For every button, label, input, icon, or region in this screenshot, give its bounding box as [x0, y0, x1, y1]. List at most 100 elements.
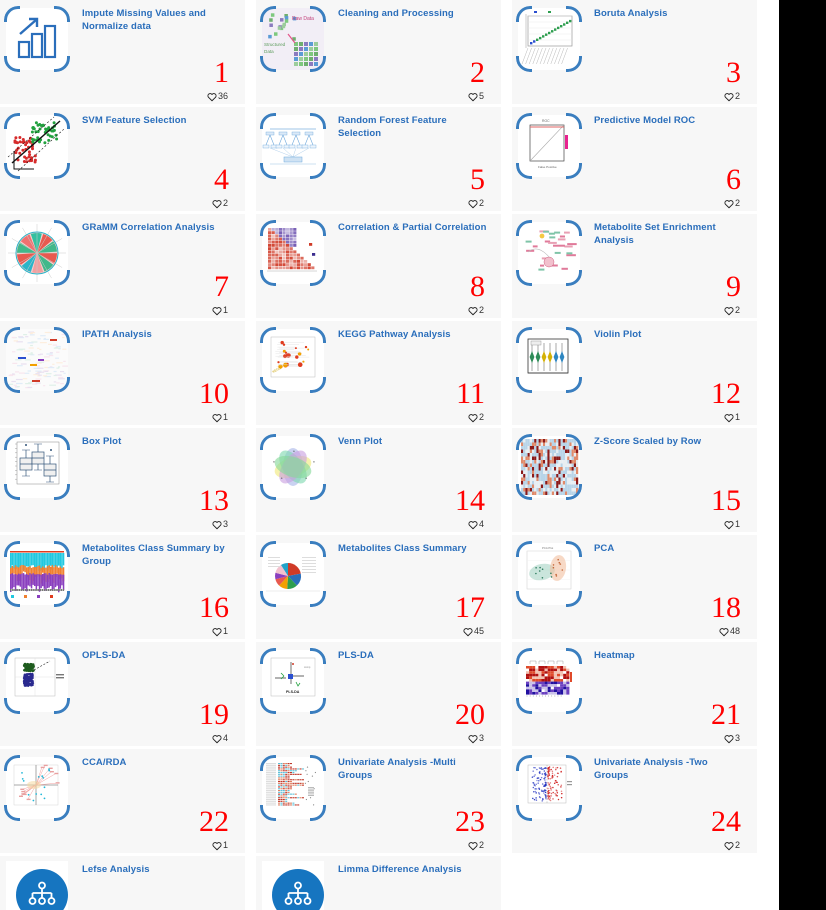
like-count[interactable]: 4 [212, 733, 228, 744]
thumbnail [6, 329, 68, 391]
like-count[interactable]: 2 [468, 198, 484, 209]
analysis-card[interactable]: SVM Feature Selection 4 2 [0, 107, 245, 211]
like-count[interactable]: 1 [212, 840, 228, 851]
analysis-card[interactable]: KEGG KEGG Pathway Analysis 11 2 [256, 321, 501, 425]
analysis-card[interactable]: Z-Score Scaled by Row 15 1 [512, 428, 757, 532]
like-count-value: 1 [223, 840, 228, 851]
card-title: Impute Missing Values and Normalize data [82, 7, 232, 33]
analysis-card[interactable]: IPATH Analysis 10 1 [0, 321, 245, 425]
analysis-card[interactable]: Impute Missing Values and Normalize data… [0, 0, 245, 104]
like-count[interactable]: 2 [724, 305, 740, 316]
zscore-heatmap-icon [518, 436, 580, 498]
card-title: Box Plot [82, 435, 232, 448]
thumbnail [6, 650, 68, 712]
like-count-value: 2 [479, 840, 484, 851]
card-title: Limma Difference Analysis [338, 863, 488, 876]
univariate-multi-table-icon [262, 757, 324, 819]
oplsda-scatter-icon [6, 650, 68, 712]
enrichment-network-icon [518, 222, 580, 284]
analysis-card[interactable]: Box Plot 13 3 [0, 428, 245, 532]
kegg-bubble-icon: KEGG [262, 329, 324, 391]
analysis-card[interactable]: Lefse Analysis25 [0, 856, 245, 910]
like-count[interactable]: 2 [468, 840, 484, 851]
analysis-card[interactable]: ROC False Positive Predictive Model ROC 6 2 [512, 107, 757, 211]
thumbnail: Raw Data Structured Data [262, 8, 324, 70]
card-title: Univariate Analysis -Two Groups [594, 756, 744, 782]
like-count[interactable]: 2 [468, 412, 484, 423]
random-forest-tree-icon [262, 115, 324, 177]
like-count[interactable]: 1 [212, 412, 228, 423]
analysis-card[interactable]: GRaMM Correlation Analysis 7 1 [0, 214, 245, 318]
like-count[interactable]: 2 [724, 198, 740, 209]
card-title: KEGG Pathway Analysis [338, 328, 488, 341]
analysis-card[interactable]: a a a a a Venn Plot 14 4 [256, 428, 501, 532]
analysis-card[interactable]: Univariate Analysis -Multi Groups 23 2 [256, 749, 501, 853]
like-count[interactable]: 2 [724, 840, 740, 851]
card-title: GRaMM Correlation Analysis [82, 221, 232, 234]
like-count-value: 1 [223, 412, 228, 423]
correlation-matrix-icon [262, 222, 324, 284]
analysis-card[interactable]: Boruta Analysis 3 2 [512, 0, 757, 104]
like-count[interactable]: 4 [468, 519, 484, 530]
analysis-card[interactable]: PCA Plot PCA 18 48 [512, 535, 757, 639]
like-count[interactable]: 1 [212, 626, 228, 637]
like-count-value: 2 [735, 91, 740, 102]
card-number: 7 [214, 272, 229, 302]
card-title: Metabolites Class Summary [338, 542, 488, 555]
like-count-value: 2 [479, 305, 484, 316]
analysis-card[interactable]: Metabolite Set Enrichment Analysis 9 2 [512, 214, 757, 318]
like-count[interactable]: 2 [212, 198, 228, 209]
card-number: 16 [199, 593, 229, 623]
analysis-card[interactable]: Correlation & Partial Correlation 8 2 [256, 214, 501, 318]
svg-text:Raw Data: Raw Data [292, 16, 314, 22]
boruta-scatter-icon [518, 8, 580, 70]
card-number: 24 [711, 807, 741, 837]
analysis-card[interactable]: CCA/RDA 22 1 [0, 749, 245, 853]
like-count[interactable]: 48 [719, 626, 740, 637]
like-count[interactable]: 3 [468, 733, 484, 744]
card-number: 11 [456, 379, 485, 409]
card-title: Cleaning and Processing [338, 7, 488, 20]
thumbnail [6, 222, 68, 284]
like-count[interactable]: 36 [207, 91, 228, 102]
like-count[interactable]: 1 [724, 519, 740, 530]
analysis-card[interactable]: comp PLS-DA PLS-DA 20 3 [256, 642, 501, 746]
analysis-card[interactable]: Raw Data Structured Data Cleaning and Proce… [256, 0, 501, 104]
like-count[interactable]: 1 [212, 305, 228, 316]
like-count[interactable]: 3 [212, 519, 228, 530]
analysis-card[interactable]: Limma Difference Analysis26 [256, 856, 501, 910]
thumbnail [262, 757, 324, 819]
box-plot-icon [6, 436, 68, 498]
analysis-card[interactable]: Univariate Analysis -Two Groups 24 2 [512, 749, 757, 853]
card-title: Heatmap [594, 649, 744, 662]
thumbnail: PCA Plot [518, 543, 580, 605]
analysis-card[interactable]: OPLS-DA 19 4 [0, 642, 245, 746]
like-count[interactable]: 2 [468, 305, 484, 316]
like-count[interactable]: 1 [724, 412, 740, 423]
analysis-card[interactable]: Metabolites Class Summary by Group 16 1 [0, 535, 245, 639]
thumbnail [262, 222, 324, 284]
card-title: Metabolite Set Enrichment Analysis [594, 221, 744, 247]
card-title: Univariate Analysis -Multi Groups [338, 756, 488, 782]
thumbnail: comp PLS-DA [262, 650, 324, 712]
like-count[interactable]: 2 [724, 91, 740, 102]
like-count[interactable]: 3 [724, 733, 740, 744]
like-count-value: 2 [223, 198, 228, 209]
svm-scatter-icon [6, 115, 68, 177]
card-number: 6 [726, 165, 741, 195]
analysis-card[interactable]: Random Forest Feature Selection 5 2 [256, 107, 501, 211]
card-number: 5 [470, 165, 485, 195]
analysis-card[interactable]: Violin Plot 12 1 [512, 321, 757, 425]
card-title: SVM Feature Selection [82, 114, 232, 127]
analysis-card[interactable]: Metabolites Class Summary 17 45 [256, 535, 501, 639]
like-count-value: 3 [735, 733, 740, 744]
like-count[interactable]: 5 [468, 91, 484, 102]
card-number: 21 [711, 700, 741, 730]
svg-text:False Positive: False Positive [538, 165, 557, 169]
card-title: CCA/RDA [82, 756, 232, 769]
like-count-value: 48 [730, 626, 740, 637]
card-number: 20 [455, 700, 485, 730]
like-count[interactable]: 45 [463, 626, 484, 637]
analysis-card[interactable]: Heatmap 21 3 [512, 642, 757, 746]
raw-data-structured-data-icon: Raw Data Structured Data [262, 8, 324, 70]
